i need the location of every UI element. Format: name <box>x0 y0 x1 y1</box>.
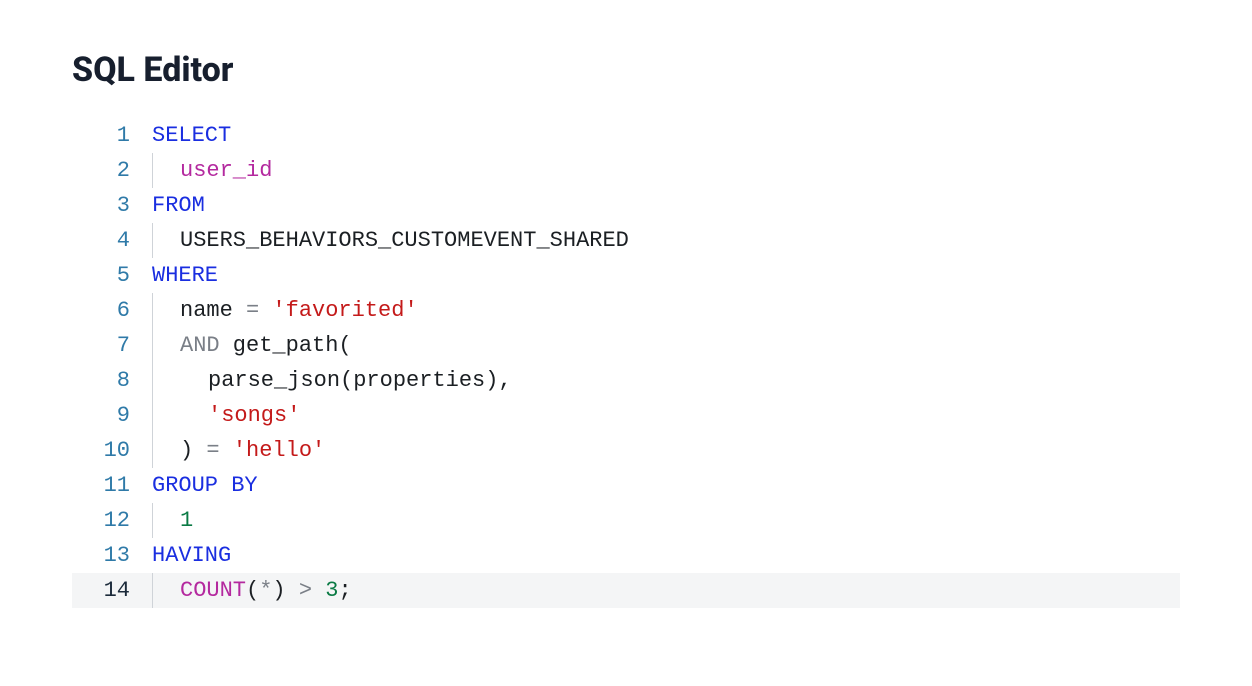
token-operator: > <box>299 578 312 603</box>
code-line[interactable]: 11GROUP BY <box>72 468 1180 503</box>
code-content[interactable]: AND get_path( <box>152 328 352 363</box>
indent-guide <box>152 433 180 468</box>
token-keyword: WHERE <box>152 263 218 288</box>
indent-guide <box>152 503 180 538</box>
code-line[interactable]: 4 USERS_BEHAVIORS_CUSTOMEVENT_SHARED <box>72 223 1180 258</box>
token-operator: = <box>246 298 259 323</box>
code-content[interactable]: SELECT <box>152 118 231 153</box>
indent-spacer <box>180 363 208 398</box>
token-keyword: SELECT <box>152 123 231 148</box>
code-line[interactable]: 14COUNT(*) > 3; <box>72 573 1180 608</box>
code-content[interactable]: GROUP BY <box>152 468 258 503</box>
token-default <box>312 578 325 603</box>
code-content[interactable]: USERS_BEHAVIORS_CUSTOMEVENT_SHARED <box>152 223 629 258</box>
line-number: 11 <box>72 468 152 503</box>
token-default: name <box>180 298 233 323</box>
code-line[interactable]: 13HAVING <box>72 538 1180 573</box>
code-line[interactable]: 2 user_id <box>72 153 1180 188</box>
code-line[interactable]: 10) = 'hello' <box>72 433 1180 468</box>
token-number: 3 <box>325 578 338 603</box>
indent-spacer <box>180 398 208 433</box>
code-content[interactable]: COUNT(*) > 3; <box>152 573 352 608</box>
code-content[interactable]: name = 'favorited' <box>152 293 418 328</box>
code-line[interactable]: 6name = 'favorited' <box>72 293 1180 328</box>
line-number: 14 <box>72 573 152 608</box>
line-number: 3 <box>72 188 152 223</box>
token-default <box>233 298 246 323</box>
token-default: get_path( <box>220 333 352 358</box>
token-punct: ) <box>272 578 298 603</box>
line-number: 10 <box>72 433 152 468</box>
indent-guide <box>152 363 180 398</box>
line-number: 4 <box>72 223 152 258</box>
token-keyword: HAVING <box>152 543 231 568</box>
code-content[interactable]: HAVING <box>152 538 231 573</box>
code-line[interactable]: 1SELECT <box>72 118 1180 153</box>
code-content[interactable]: parse_json(properties), <box>152 363 512 398</box>
line-number: 7 <box>72 328 152 363</box>
token-identifier: user_id <box>180 158 272 183</box>
page-title: SQL Editor <box>72 50 1180 90</box>
token-operator: = <box>206 438 219 463</box>
line-number: 6 <box>72 293 152 328</box>
token-default: ) <box>180 438 206 463</box>
line-number: 9 <box>72 398 152 433</box>
code-content[interactable]: ) = 'hello' <box>152 433 325 468</box>
token-operator: * <box>259 578 272 603</box>
token-identifier: COUNT <box>180 578 246 603</box>
code-content[interactable]: 'songs' <box>152 398 300 433</box>
token-punct: ( <box>246 578 259 603</box>
code-line[interactable]: 12 1 <box>72 503 1180 538</box>
indent-guide <box>152 153 180 188</box>
indent-guide <box>152 328 180 363</box>
line-number: 5 <box>72 258 152 293</box>
indent-guide <box>152 223 180 258</box>
code-content[interactable]: FROM <box>152 188 205 223</box>
token-punct: ; <box>338 578 351 603</box>
token-default <box>220 438 233 463</box>
token-default: parse_json(properties), <box>208 368 512 393</box>
code-editor[interactable]: 1SELECT2user_id3FROM4USERS_BEHAVIORS_CUS… <box>72 118 1180 608</box>
sql-editor-panel: SQL Editor 1SELECT2user_id3FROM4USERS_BE… <box>0 0 1252 608</box>
token-string: 'songs' <box>208 403 300 428</box>
indent-guide <box>152 398 180 433</box>
indent-guide <box>152 573 180 608</box>
code-line[interactable]: 5WHERE <box>72 258 1180 293</box>
token-number: 1 <box>180 508 193 533</box>
line-number: 12 <box>72 503 152 538</box>
token-default <box>259 298 272 323</box>
code-content[interactable]: 1 <box>152 503 193 538</box>
code-line[interactable]: 3FROM <box>72 188 1180 223</box>
token-operator: AND <box>180 333 220 358</box>
token-default: USERS_BEHAVIORS_CUSTOMEVENT_SHARED <box>180 228 629 253</box>
code-content[interactable]: WHERE <box>152 258 218 293</box>
line-number: 13 <box>72 538 152 573</box>
code-content[interactable]: user_id <box>152 153 272 188</box>
token-keyword: FROM <box>152 193 205 218</box>
line-number: 8 <box>72 363 152 398</box>
line-number: 2 <box>72 153 152 188</box>
token-string: 'hello' <box>233 438 325 463</box>
code-line[interactable]: 9 'songs' <box>72 398 1180 433</box>
token-keyword: GROUP BY <box>152 473 258 498</box>
indent-guide <box>152 293 180 328</box>
line-number: 1 <box>72 118 152 153</box>
token-string: 'favorited' <box>272 298 417 323</box>
code-line[interactable]: 7AND get_path( <box>72 328 1180 363</box>
code-line[interactable]: 8 parse_json(properties), <box>72 363 1180 398</box>
